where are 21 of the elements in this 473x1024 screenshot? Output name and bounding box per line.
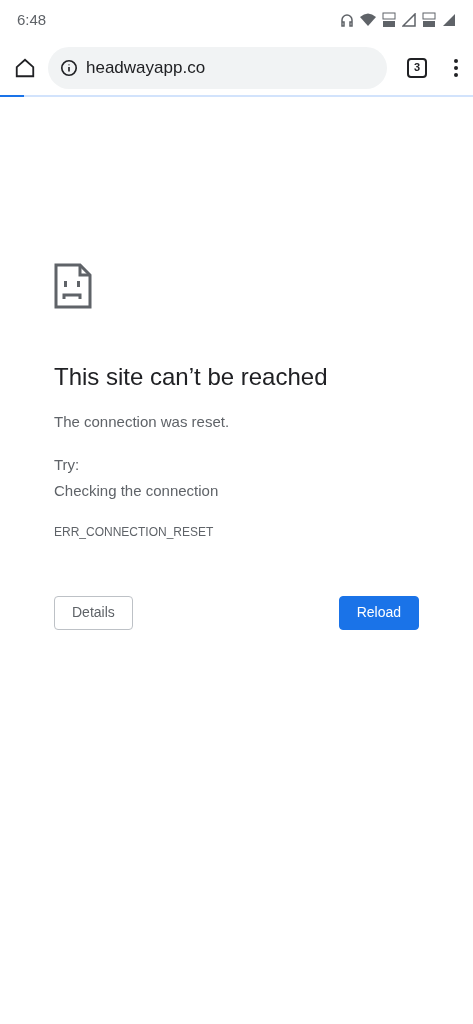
try-label: Try: bbox=[54, 454, 81, 475]
error-message: The connection was reset. bbox=[54, 412, 231, 432]
signal-icon bbox=[442, 13, 456, 27]
headphones-icon bbox=[340, 13, 354, 27]
wifi-icon bbox=[360, 13, 376, 27]
home-icon[interactable] bbox=[14, 56, 36, 79]
volte-icon bbox=[382, 12, 396, 28]
tab-count-button[interactable]: 3 bbox=[407, 57, 427, 78]
url-text: headwayapp.co bbox=[86, 56, 206, 79]
volte-icon bbox=[422, 12, 436, 28]
menu-icon[interactable] bbox=[453, 57, 459, 78]
sad-page-icon bbox=[54, 263, 92, 309]
error-title: This site can’t be reached bbox=[54, 362, 329, 392]
details-button[interactable]: Details bbox=[54, 595, 133, 630]
status-time: 6:48 bbox=[17, 9, 47, 30]
error-code: ERR_CONNECTION_RESET bbox=[54, 523, 215, 541]
address-bar[interactable]: headwayapp.co bbox=[48, 46, 387, 89]
reload-button[interactable]: Reload bbox=[338, 595, 419, 630]
info-icon bbox=[60, 58, 78, 77]
signal-icon bbox=[402, 13, 416, 27]
suggestion-text: Checking the connection bbox=[54, 481, 220, 501]
